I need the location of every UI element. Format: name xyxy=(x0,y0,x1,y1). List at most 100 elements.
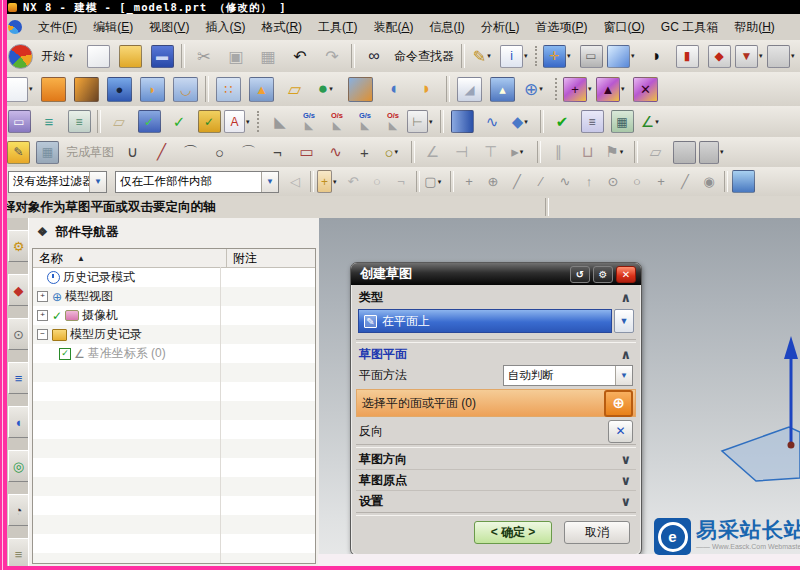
measure-icon[interactable]: ⊢▾ xyxy=(407,109,437,135)
menu-window[interactable]: 窗口(O) xyxy=(595,17,652,38)
point-icon[interactable]: + xyxy=(350,140,379,164)
squares-icon[interactable]: ▱ xyxy=(641,140,670,164)
selection-filter-combo[interactable]: 没有选择过滤器▼ xyxy=(8,171,107,193)
column-note[interactable]: 附注 xyxy=(226,249,315,267)
menu-help[interactable]: 帮助(H) xyxy=(726,17,783,38)
verify-icon[interactable]: ✓ xyxy=(194,109,224,135)
section-sketch-plane[interactable]: 草图平面 ∧ xyxy=(356,344,636,364)
immersive-view-icon[interactable]: ◆ xyxy=(703,43,735,69)
workpiece-icon[interactable] xyxy=(731,171,755,193)
os2-constraint-icon[interactable]: O/s◣ xyxy=(379,112,407,131)
bracket-icon[interactable]: ⊔ xyxy=(573,140,602,164)
history-tab[interactable]: ◔ xyxy=(8,494,29,526)
part-navigator-tab[interactable]: ≡ xyxy=(8,362,29,394)
menu-assemblies[interactable]: 装配(A) xyxy=(365,17,421,38)
cylinder-icon[interactable] xyxy=(447,109,477,135)
snap-line-icon[interactable]: ╱ xyxy=(673,171,697,193)
save-icon[interactable]: ▬ xyxy=(146,43,178,69)
grip-icon[interactable]: ◆▾ xyxy=(507,109,537,135)
ellipse-icon[interactable]: ○▾ xyxy=(379,140,408,164)
sketch-task-icon[interactable]: ▭ xyxy=(4,109,34,135)
section-collapsed-2[interactable]: 设置∨ xyxy=(356,491,636,511)
dialog-reset-button[interactable]: ↺ xyxy=(570,266,590,283)
delete-face-icon[interactable]: ✕ xyxy=(629,75,662,103)
background-icon[interactable]: ▾ xyxy=(767,43,799,69)
open-file-icon[interactable] xyxy=(114,43,146,69)
line-icon[interactable]: ╱ xyxy=(147,140,176,164)
menu-gc-toolbox[interactable]: GC 工具箱 xyxy=(653,17,726,38)
flag-icon[interactable]: ⚑▾ xyxy=(602,140,631,164)
section-collapsed-0[interactable]: 草图方向∨ xyxy=(356,449,636,470)
tag-icon[interactable]: ▱ xyxy=(104,109,134,135)
tree-row-1[interactable]: +⊕模型视图 xyxy=(33,287,315,306)
snap-endpoint-icon[interactable]: ╱ xyxy=(505,171,529,193)
gs2-constraint-icon[interactable]: G/s◣ xyxy=(351,112,379,131)
constraint2-icon[interactable]: ⊣ xyxy=(447,140,476,164)
section-view-icon[interactable]: ▼▾ xyxy=(735,43,767,69)
new-sketch-icon[interactable]: ✎ xyxy=(4,140,33,164)
examine-geometry-icon[interactable]: ✓ xyxy=(164,109,194,135)
undo-icon[interactable]: ↶ xyxy=(284,43,316,69)
rollback-icon[interactable]: ↶ xyxy=(341,171,365,193)
quick-trim-icon[interactable]: ▸▾ xyxy=(505,140,534,164)
csys-icon[interactable]: ∠▾ xyxy=(637,109,667,135)
hole-icon[interactable]: ● xyxy=(103,75,136,103)
cut-icon[interactable]: ✂ xyxy=(188,43,220,69)
profile-icon[interactable]: ∪ xyxy=(118,140,147,164)
print-icon[interactable]: ▭ xyxy=(575,43,607,69)
selection-scope-combo[interactable]: 仅在工作部件内部▼ xyxy=(115,171,279,193)
circle-icon[interactable]: ○ xyxy=(205,140,234,164)
check-model-icon[interactable]: ✓ xyxy=(134,109,164,135)
parallel-icon[interactable]: ∥ xyxy=(544,140,573,164)
menu-preferences[interactable]: 首选项(P) xyxy=(527,17,595,38)
checkbox-checked-icon[interactable]: ✓ xyxy=(59,348,71,360)
requirements-icon[interactable]: ≡ xyxy=(577,109,607,135)
dialog-title-bar[interactable]: 创建草图 ↺ ⚙ ✕ xyxy=(351,263,641,285)
menu-view[interactable]: 视图(V) xyxy=(141,17,197,38)
general-select-icon[interactable]: +▾ xyxy=(317,171,341,193)
chevron-up-icon[interactable]: ∧ xyxy=(620,290,633,305)
pocket-icon[interactable]: ◡ xyxy=(169,75,202,103)
snap-curve-icon[interactable]: ∿ xyxy=(553,171,577,193)
reuse-library-tab[interactable]: ◖ xyxy=(8,406,29,438)
web-browser-tab[interactable]: ◎ xyxy=(8,450,29,482)
constraint3-icon[interactable]: ⊤ xyxy=(476,140,505,164)
menu-information[interactable]: 信息(I) xyxy=(421,17,472,38)
snap-circle-icon[interactable]: ○ xyxy=(625,171,649,193)
move-face-icon[interactable]: +▾ xyxy=(563,75,596,103)
reverse-direction-button[interactable]: ✕ xyxy=(608,420,633,443)
constraint1-icon[interactable]: ∠ xyxy=(418,140,447,164)
tree-row-0[interactable]: 历史记录模式 xyxy=(33,268,315,287)
show-hide-icon[interactable]: ▮ xyxy=(671,43,703,69)
redo-icon[interactable]: ↷ xyxy=(316,43,348,69)
expand-icon[interactable]: + xyxy=(37,310,48,321)
sketch-icon[interactable]: ▾ xyxy=(4,75,37,103)
snap-point-icon[interactable]: + xyxy=(649,171,673,193)
menu-format[interactable]: 格式(R) xyxy=(253,17,310,38)
section-type[interactable]: 类型 ∧ xyxy=(356,287,636,307)
snapshot-icon[interactable]: ◁ xyxy=(283,171,307,193)
dialog-close-button[interactable]: ✕ xyxy=(616,266,636,283)
thicken-icon[interactable]: ◗ xyxy=(410,75,443,103)
window-display-icon[interactable]: ✛▾ xyxy=(543,43,575,69)
fillet-icon[interactable]: ⌒ xyxy=(234,140,263,164)
plane-method-combo-arrow[interactable]: ▼ xyxy=(615,366,632,385)
spline-icon[interactable]: ∿ xyxy=(321,140,350,164)
camera1-icon[interactable] xyxy=(670,140,699,164)
expand-icon[interactable]: + xyxy=(37,291,48,302)
new-file-icon[interactable] xyxy=(82,43,114,69)
extrude-icon[interactable] xyxy=(37,75,70,103)
nx-logo-icon[interactable] xyxy=(4,43,36,69)
constraint-navigator-tab[interactable]: ⊙ xyxy=(8,318,29,350)
select-face-row[interactable]: 选择平的面或平面 (0) ⊕ xyxy=(356,389,636,417)
paste-icon[interactable]: ▦ xyxy=(252,43,284,69)
navigator-column-headers[interactable]: 名称▲ 附注 xyxy=(33,249,315,268)
start-button[interactable]: 开始▾ xyxy=(36,46,82,67)
sketch-type-combo[interactable]: ✎在平面上 ▼ xyxy=(358,309,634,333)
menu-file[interactable]: 文件(F) xyxy=(30,17,85,38)
dialog-settings-button[interactable]: ⚙ xyxy=(593,266,613,283)
lasso-icon[interactable]: ¬ xyxy=(389,171,413,193)
visualize-shape-icon[interactable]: ✎▾ xyxy=(468,43,500,69)
menu-tools[interactable]: 工具(T) xyxy=(310,17,365,38)
snap-arrow-icon[interactable]: ↑ xyxy=(577,171,601,193)
